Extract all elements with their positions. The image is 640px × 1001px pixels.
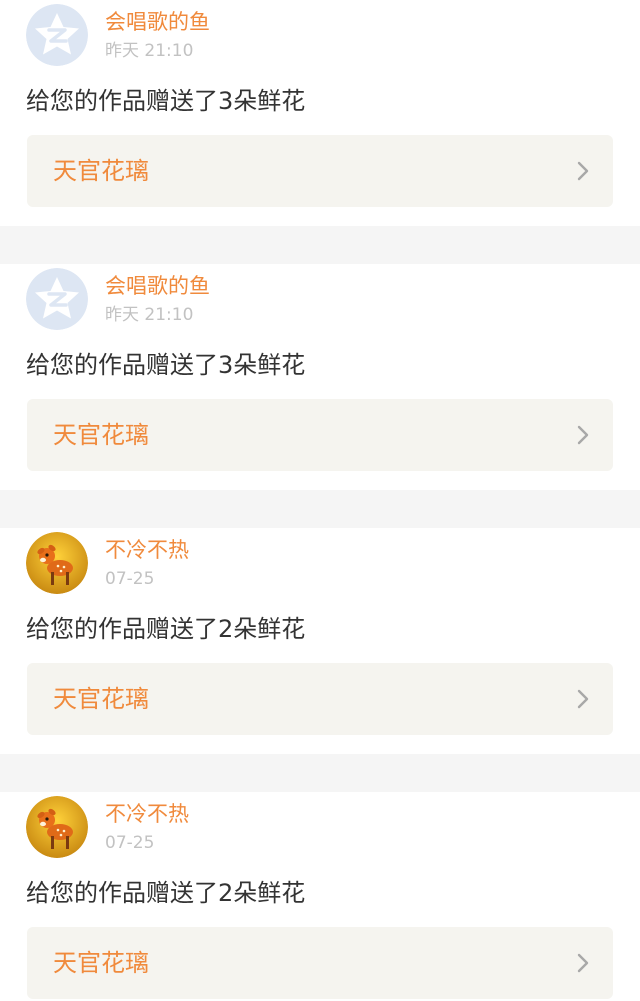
work-link[interactable]: 天官花璃	[27, 135, 613, 207]
username[interactable]: 不冷不热	[105, 536, 189, 564]
fawn-icon	[26, 796, 88, 858]
chevron-right-icon	[577, 425, 589, 445]
chevron-right-icon	[577, 161, 589, 181]
qzone-star-icon	[26, 268, 88, 330]
username[interactable]: 会唱歌的鱼	[105, 8, 210, 36]
work-title: 天官花璃	[53, 685, 149, 713]
work-link[interactable]: 天官花璃	[27, 927, 613, 999]
username[interactable]: 不冷不热	[105, 800, 189, 828]
fawn-icon	[26, 532, 88, 594]
username[interactable]: 会唱歌的鱼	[105, 272, 210, 300]
chevron-right-icon	[577, 953, 589, 973]
notification-feed: 会唱歌的鱼 昨天 21:10 给您的作品赠送了3朵鲜花 天官花璃 会唱歌的鱼 昨…	[0, 0, 640, 1001]
work-link[interactable]: 天官花璃	[27, 663, 613, 735]
user-avatar[interactable]	[26, 796, 88, 858]
user-avatar[interactable]	[26, 4, 88, 66]
gift-message: 给您的作品赠送了3朵鲜花	[26, 351, 306, 379]
user-avatar[interactable]	[26, 532, 88, 594]
chevron-right-icon	[577, 689, 589, 709]
card-separator	[0, 754, 640, 792]
timestamp: 07-25	[105, 569, 155, 589]
notification-card: 不冷不热 07-25 给您的作品赠送了2朵鲜花 天官花璃	[0, 528, 640, 754]
timestamp: 昨天 21:10	[105, 41, 194, 61]
gift-message: 给您的作品赠送了2朵鲜花	[26, 615, 306, 643]
card-separator	[0, 226, 640, 264]
notification-card: 会唱歌的鱼 昨天 21:10 给您的作品赠送了3朵鲜花 天官花璃	[0, 264, 640, 490]
timestamp: 07-25	[105, 833, 155, 853]
work-link[interactable]: 天官花璃	[27, 399, 613, 471]
notification-card: 会唱歌的鱼 昨天 21:10 给您的作品赠送了3朵鲜花 天官花璃	[0, 0, 640, 226]
work-title: 天官花璃	[53, 157, 149, 185]
work-title: 天官花璃	[53, 421, 149, 449]
gift-message: 给您的作品赠送了3朵鲜花	[26, 87, 306, 115]
notification-card: 不冷不热 07-25 给您的作品赠送了2朵鲜花 天官花璃	[0, 792, 640, 1001]
work-title: 天官花璃	[53, 949, 149, 977]
card-separator	[0, 490, 640, 528]
user-avatar[interactable]	[26, 268, 88, 330]
qzone-star-icon	[26, 4, 88, 66]
gift-message: 给您的作品赠送了2朵鲜花	[26, 879, 306, 907]
timestamp: 昨天 21:10	[105, 305, 194, 325]
